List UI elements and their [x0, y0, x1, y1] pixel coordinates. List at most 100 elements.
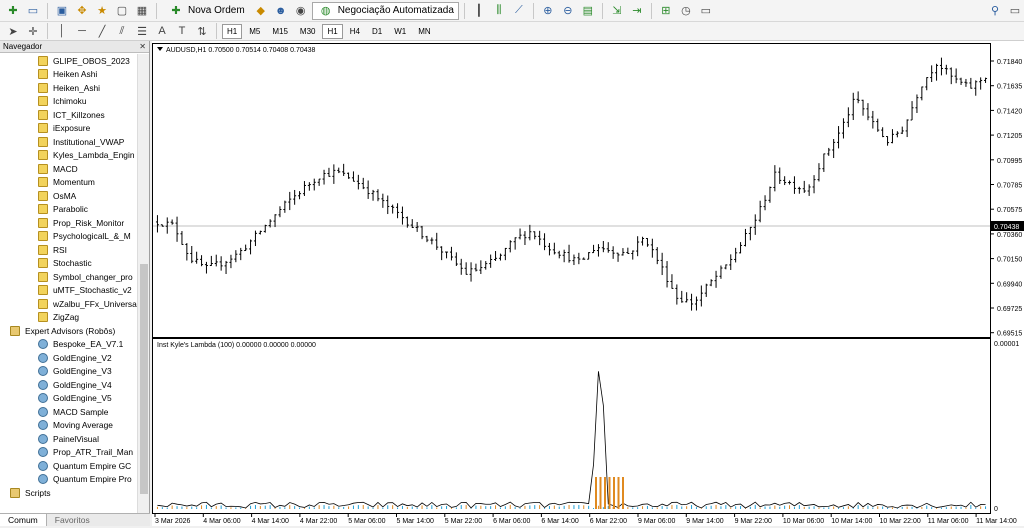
indicator-item[interactable]: wZalbu_FFx_Universa [0, 297, 137, 311]
indicator-item[interactable]: ICT_Killzones [0, 108, 137, 122]
price-tick-label: 0.69940 [997, 281, 1022, 288]
timeframe-h1[interactable]: H1 [322, 23, 343, 39]
algo-trading-icon: ◍ [320, 5, 331, 17]
navigator-icon[interactable]: ★ [93, 2, 111, 19]
expert-advisor-item[interactable]: GoldEngine_V2 [0, 351, 137, 365]
channel-icon[interactable]: ⫽ [113, 23, 131, 40]
indicator-item[interactable]: Heiken Ashi [0, 68, 137, 82]
chat-icon[interactable]: ▭ [1006, 2, 1024, 19]
folder-scripts[interactable]: Scripts [0, 486, 137, 500]
algo-trading-button[interactable]: ◍ Negociação Automatizada [311, 1, 459, 20]
indicators-icon[interactable]: ⊞ [657, 2, 675, 19]
indicator-item[interactable]: OsMA [0, 189, 137, 203]
horizontal-line-icon[interactable]: ─ [73, 23, 91, 40]
indicator-item[interactable]: Heiken_Ashi [0, 81, 137, 95]
expert-advisor-item[interactable]: GoldEngine_V3 [0, 365, 137, 379]
signals-icon[interactable]: ◉ [292, 2, 310, 19]
expert-advisor-item[interactable]: GoldEngine_V4 [0, 378, 137, 392]
autoscroll-icon[interactable]: ⇲ [608, 2, 626, 19]
candlestick-icon[interactable]: ⫼ [490, 2, 508, 19]
tree-item-label: Institutional_VWAP [53, 136, 125, 147]
navigator-scrollbar[interactable] [137, 54, 149, 513]
bar-chart-icon[interactable]: ┃ [470, 2, 488, 19]
timeframe-m5[interactable]: M5 [244, 24, 265, 39]
text-label-icon[interactable]: T [173, 23, 191, 40]
indicator-item[interactable]: Prop_Risk_Monitor [0, 216, 137, 230]
expert-advisor-item[interactable]: GoldEngine_V5 [0, 392, 137, 406]
metaeditor-icon[interactable]: ◆ [252, 2, 270, 19]
market-watch-icon[interactable]: ▣ [53, 2, 71, 19]
tree-item-label: MACD Sample [53, 406, 109, 417]
indicator-item[interactable]: Kyles_Lambda_Engin [0, 149, 137, 163]
scrollbar-thumb[interactable] [140, 264, 148, 494]
periods-icon[interactable]: ◷ [677, 2, 695, 19]
new-chart-icon[interactable]: ✚ [4, 2, 22, 19]
timeframe-m15[interactable]: M15 [267, 24, 293, 39]
indicator-item[interactable]: uMTF_Stochastic_v2 [0, 284, 137, 298]
indicator-item[interactable]: MACD [0, 162, 137, 176]
profiles-icon[interactable]: ▭ [24, 2, 42, 19]
expert-advisor-item[interactable]: Bespoke_EA_V7.1 [0, 338, 137, 352]
indicator-item[interactable]: Institutional_VWAP [0, 135, 137, 149]
timeframe-m30[interactable]: M30 [295, 24, 321, 39]
data-window-icon[interactable]: ✥ [73, 2, 91, 19]
search-icon[interactable]: ⚲ [986, 2, 1004, 19]
fibonacci-icon[interactable]: ☰ [133, 23, 151, 40]
zoom-in-icon[interactable]: ⊕ [539, 2, 557, 19]
new-order-icon: ✚ [171, 5, 181, 17]
expert-advisor-icon [38, 366, 48, 377]
expert-advisor-item[interactable]: MACD Sample [0, 405, 137, 419]
timeframe-h4[interactable]: H4 [345, 24, 365, 39]
arrows-icon[interactable]: ⇅ [193, 23, 211, 40]
terminal-icon[interactable]: ▢ [113, 2, 131, 19]
tab-favoritos[interactable]: Favoritos [47, 514, 98, 526]
timeframe-h1-active[interactable]: H1 [222, 23, 243, 39]
timeframe-d1[interactable]: D1 [367, 24, 387, 39]
close-icon[interactable]: ✕ [139, 42, 149, 51]
text-icon[interactable]: A [153, 23, 171, 40]
tester-icon[interactable]: ▦ [133, 2, 151, 19]
tree-item-label: Prop_Risk_Monitor [53, 217, 125, 228]
indicator-item[interactable]: iExposure [0, 122, 137, 136]
folder-icon [10, 487, 20, 498]
indicator-item[interactable]: Symbol_changer_pro [0, 270, 137, 284]
indicator-item[interactable]: Stochastic [0, 257, 137, 271]
tile-windows-icon[interactable]: ▤ [579, 2, 597, 19]
tree-item-label: Expert Advisors (Robôs) [25, 325, 116, 336]
community-icon[interactable]: ☻ [272, 2, 290, 19]
tree-item-label: wZalbu_FFx_Universa [53, 298, 137, 309]
new-order-button[interactable]: ✚ Nova Ordem [162, 2, 250, 20]
line-chart-icon[interactable]: ⟋ [510, 2, 528, 19]
cursor-icon[interactable]: ➤ [4, 23, 22, 40]
tree-item-label: Momentum [53, 177, 95, 188]
indicator-item[interactable]: PsychologicalL_&_M [0, 230, 137, 244]
timeframe-w1[interactable]: W1 [389, 24, 411, 39]
expert-advisor-item[interactable]: PainelVisual [0, 432, 137, 446]
toolbar-separator [47, 23, 48, 39]
expert-advisor-item[interactable]: Moving Average [0, 419, 137, 433]
chart-window[interactable]: AUDUSD,H1 0.70500 0.70514 0.70408 0.7043… [152, 41, 1024, 526]
indicator-item[interactable]: ZigZag [0, 311, 137, 325]
tab-comum[interactable]: Comum [0, 514, 47, 526]
expert-advisor-item[interactable]: Quantum Empire GC [0, 459, 137, 473]
folder-expert-advisors[interactable]: Expert Advisors (Robôs) [0, 324, 137, 338]
vertical-line-icon[interactable]: │ [53, 23, 71, 40]
price-chart-svg[interactable]: AUDUSD,H1 0.70500 0.70514 0.70408 0.7043… [152, 41, 1024, 526]
chart-shift-icon[interactable]: ⇥ [628, 2, 646, 19]
expert-advisor-icon [38, 379, 48, 390]
indicator-item[interactable]: Ichimoku [0, 95, 137, 109]
crosshair-icon[interactable]: ✛ [24, 23, 42, 40]
trendline-icon[interactable]: ╱ [93, 23, 111, 40]
expert-advisor-item[interactable]: Quantum Empire Pro [0, 473, 137, 487]
indicator-item[interactable]: Parabolic [0, 203, 137, 217]
indicator-item[interactable]: Momentum [0, 176, 137, 190]
expert-advisor-item[interactable]: Prop_ATR_Trail_Man [0, 446, 137, 460]
indicator-header-label: Inst Kyle's Lambda (100) 0.00000 0.00000… [157, 342, 316, 349]
templates-icon[interactable]: ▭ [697, 2, 715, 19]
zoom-out-icon[interactable]: ⊖ [559, 2, 577, 19]
indicator-item[interactable]: RSI [0, 243, 137, 257]
tree-item-label: Heiken Ashi [53, 69, 98, 80]
toolbar-separator [156, 2, 157, 19]
indicator-item[interactable]: GLIPE_OBOS_2023 [0, 54, 137, 68]
timeframe-mn[interactable]: MN [413, 24, 435, 39]
